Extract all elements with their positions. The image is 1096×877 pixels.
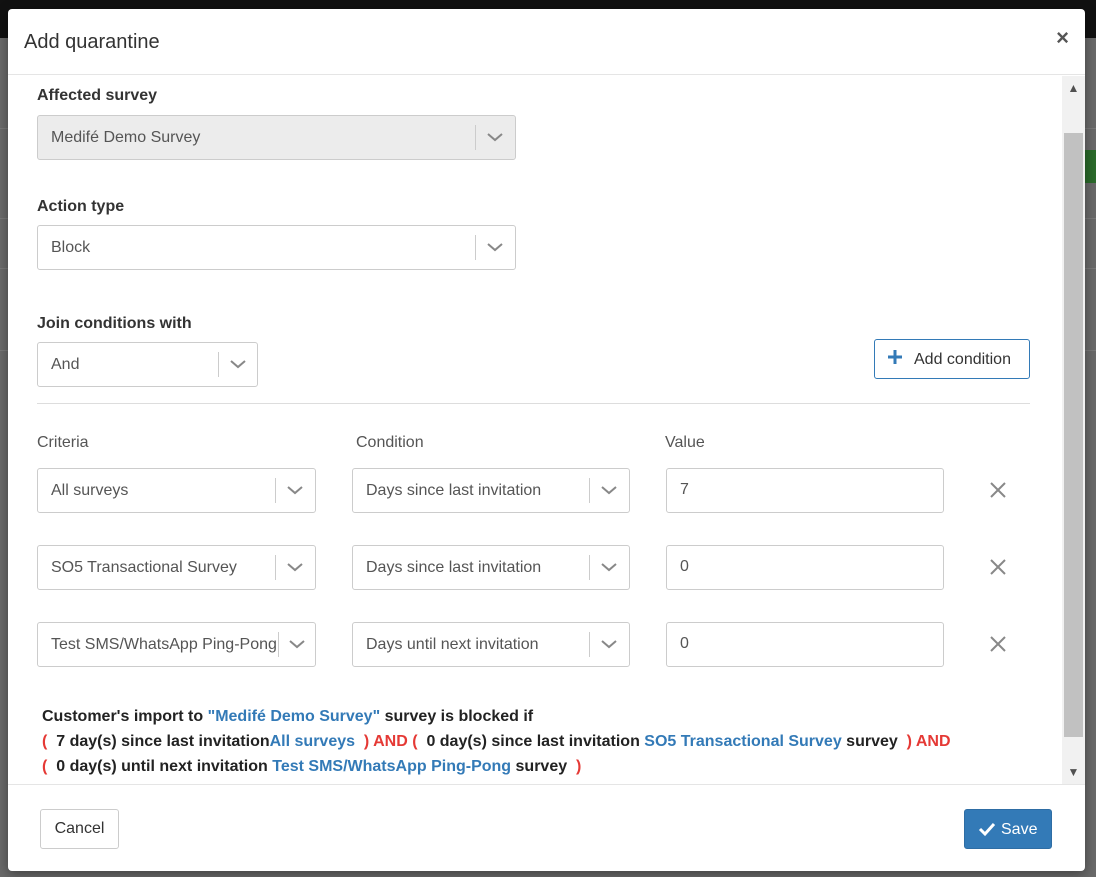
value-input-text: 0 xyxy=(680,635,689,652)
summary-line: Customer's import to "Medifé Demo Survey… xyxy=(42,704,1052,729)
dialog-body: Affected survey Medifé Demo Survey Actio… xyxy=(8,76,1085,784)
chevron-down-icon xyxy=(224,352,252,377)
chevron-down-icon xyxy=(283,632,311,657)
summary-suffix: survey is blocked if xyxy=(384,708,534,725)
value-input[interactable]: 0 xyxy=(666,545,944,590)
save-button[interactable]: Save xyxy=(964,809,1052,849)
add-quarantine-dialog: Add quarantine × Affected survey Medifé … xyxy=(8,9,1085,871)
select-separator xyxy=(589,632,590,657)
summary-and: AND xyxy=(373,733,408,750)
select-separator xyxy=(275,555,276,580)
select-separator xyxy=(275,478,276,503)
scroll-thumb[interactable] xyxy=(1064,133,1083,737)
dialog-title: Add quarantine xyxy=(24,31,160,53)
summary-clause-target: SO5 Transactional Survey xyxy=(644,733,842,750)
cancel-button[interactable]: Cancel xyxy=(40,809,119,849)
plus-icon xyxy=(887,349,903,370)
summary-clause-target: Test SMS/WhatsApp Ping-Pong xyxy=(272,758,512,775)
remove-condition-icon[interactable] xyxy=(987,633,1009,655)
condition-header: Condition xyxy=(356,434,424,451)
add-condition-label: Add condition xyxy=(914,351,1011,368)
join-conditions-value: And xyxy=(51,356,80,373)
summary-clause-text: 7 day(s) since last invitation xyxy=(56,733,270,750)
scroll-down-arrow-icon[interactable]: ▼ xyxy=(1062,760,1085,784)
summary-clause-text: 0 day(s) until next invitation xyxy=(56,758,268,775)
summary-survey-word: survey xyxy=(515,758,568,775)
select-separator xyxy=(589,555,590,580)
summary-clause-text: 0 day(s) since last invitation xyxy=(426,733,640,750)
criteria-select[interactable]: Test SMS/WhatsApp Ping-Pong xyxy=(37,622,316,667)
affected-survey-select: Medifé Demo Survey xyxy=(37,115,516,160)
summary-open-paren: ( xyxy=(412,733,418,750)
remove-condition-icon[interactable] xyxy=(987,479,1009,501)
condition-select[interactable]: Days since last invitation xyxy=(352,468,630,513)
select-separator xyxy=(278,632,279,657)
close-icon[interactable]: × xyxy=(1056,26,1069,50)
summary-close-paren: ) xyxy=(906,733,912,750)
section-divider xyxy=(37,403,1030,404)
select-separator xyxy=(218,352,219,377)
select-separator xyxy=(589,478,590,503)
affected-survey-value: Medifé Demo Survey xyxy=(51,129,201,146)
condition-value: Days since last invitation xyxy=(366,559,542,576)
scroll-up-arrow-icon[interactable]: ▲ xyxy=(1062,76,1085,100)
summary-open-paren: ( xyxy=(42,733,48,750)
summary-survey-word: survey xyxy=(846,733,898,750)
chevron-down-icon xyxy=(281,478,309,503)
criteria-value: All surveys xyxy=(51,482,129,499)
summary-survey: "Medifé Demo Survey" xyxy=(207,708,381,725)
condition-select[interactable]: Days since last invitation xyxy=(352,545,630,590)
summary-close-paren: ) xyxy=(576,758,582,775)
value-input-text: 7 xyxy=(680,481,689,498)
criteria-header: Criteria xyxy=(37,434,89,451)
select-separator xyxy=(475,235,476,260)
select-separator xyxy=(475,125,476,150)
dialog-header: Add quarantine × xyxy=(8,9,1085,75)
value-input[interactable]: 0 xyxy=(666,622,944,667)
summary-open-paren: ( xyxy=(42,758,48,775)
value-input-text: 0 xyxy=(680,558,689,575)
chevron-down-icon xyxy=(595,478,623,503)
value-header: Value xyxy=(665,434,705,451)
criteria-value: Test SMS/WhatsApp Ping-Pong xyxy=(51,636,277,653)
chevron-down-icon xyxy=(595,632,623,657)
chevron-down-icon xyxy=(281,555,309,580)
action-type-value: Block xyxy=(51,239,91,256)
summary-line: ( 7 day(s) since last invitationAll surv… xyxy=(42,729,1052,754)
action-type-label: Action type xyxy=(37,198,125,215)
criteria-select[interactable]: All surveys xyxy=(37,468,316,513)
dialog-scrollbar[interactable]: ▲ ▼ xyxy=(1062,76,1085,784)
action-type-select[interactable]: Block xyxy=(37,225,516,270)
value-input[interactable]: 7 xyxy=(666,468,944,513)
add-condition-button[interactable]: Add condition xyxy=(874,339,1030,379)
save-label: Save xyxy=(1001,821,1038,838)
join-conditions-label: Join conditions with xyxy=(37,315,192,332)
dialog-footer: Cancel Save xyxy=(8,784,1085,871)
chevron-down-icon xyxy=(481,125,509,150)
summary-prefix: Customer's import to xyxy=(42,708,204,725)
summary-and: AND xyxy=(915,733,951,750)
condition-value: Days since last invitation xyxy=(366,482,542,499)
condition-value: Days until next invitation xyxy=(366,636,539,653)
remove-condition-icon[interactable] xyxy=(987,556,1009,578)
chevron-down-icon xyxy=(595,555,623,580)
affected-survey-label: Affected survey xyxy=(37,87,158,104)
condition-select[interactable]: Days until next invitation xyxy=(352,622,630,667)
criteria-value: SO5 Transactional Survey xyxy=(51,559,237,576)
background-green-button xyxy=(1084,150,1096,183)
criteria-select[interactable]: SO5 Transactional Survey xyxy=(37,545,316,590)
summary-clause-target: All surveys xyxy=(269,733,356,750)
summary-line: ( 0 day(s) until next invitation Test SM… xyxy=(42,754,1052,779)
join-conditions-select[interactable]: And xyxy=(37,342,258,387)
summary-close-paren: ) xyxy=(363,733,370,750)
quarantine-summary: Customer's import to "Medifé Demo Survey… xyxy=(42,704,1052,779)
check-icon xyxy=(978,821,996,842)
chevron-down-icon xyxy=(481,235,509,260)
